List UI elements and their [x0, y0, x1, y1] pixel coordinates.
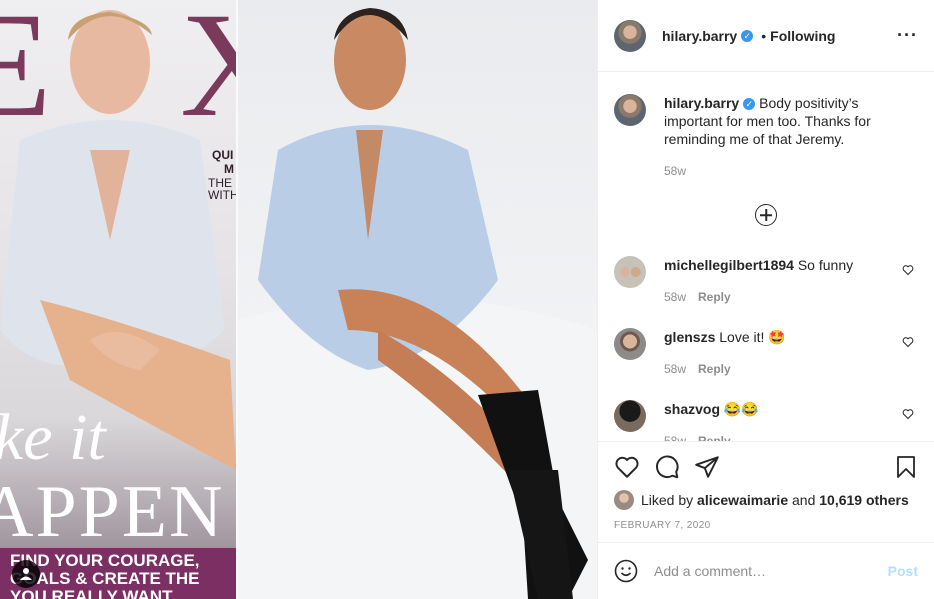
following-button[interactable]: Following [770, 28, 835, 44]
likes-prefix: Liked by [641, 492, 694, 508]
comment-body: shazvog 😂😂 58w Reply [664, 400, 759, 442]
more-dots-icon[interactable]: ··· [897, 25, 918, 46]
comment-icon[interactable] [654, 454, 680, 480]
caption-time: 58w [664, 164, 687, 178]
comment-body: michellegilbert1894 So funny 58w Reply [664, 256, 853, 306]
tagline-line: GOALS & CREATE THE [10, 569, 200, 588]
emoji-icon[interactable] [614, 559, 638, 583]
reply-button[interactable]: Reply [698, 290, 731, 304]
post-date: FEBRUARY 7, 2020 [614, 520, 711, 531]
load-more-comments-icon[interactable] [755, 204, 777, 226]
comment-item: michellegilbert1894 So funny 58w Reply [614, 256, 918, 306]
reply-button[interactable]: Reply [698, 362, 731, 376]
comment-text: 😂😂 [723, 401, 759, 417]
comment-username[interactable]: glenszs [664, 329, 715, 345]
commenter-avatar[interactable] [614, 328, 646, 360]
comment-username[interactable]: michellegilbert1894 [664, 257, 794, 273]
comment-meta: 58w Reply [664, 288, 853, 306]
magazine-headline: APPEN [0, 471, 225, 553]
caption-body: hilary.barry ✓ Body positivity’s importan… [664, 94, 918, 180]
comment-body: glenszs Love it! 🤩 58w Reply [664, 328, 786, 378]
add-comment-bar: Add a comment… Post [598, 542, 934, 599]
commenter-avatar[interactable] [614, 256, 646, 288]
recreation-photo-panel [238, 0, 597, 599]
bookmark-icon[interactable] [894, 454, 918, 480]
comment-text: So funny [797, 257, 854, 273]
post-header: hilary.barry ✓ • Following ··· [598, 0, 934, 72]
author-username[interactable]: hilary.barry [662, 28, 737, 44]
man-figure [238, 8, 597, 599]
likes-and: and [792, 492, 816, 508]
post-modal: E X QUI M THE WITH ke it APPEN FIND YOUR… [0, 0, 934, 599]
comments-section[interactable]: hilary.barry ✓ Body positivity’s importan… [598, 72, 934, 442]
post-comment-button[interactable]: Post [888, 563, 918, 579]
action-icons [614, 454, 918, 480]
comment-username[interactable]: shazvog [664, 401, 720, 417]
comment-item: glenszs Love it! 🤩 58w Reply [614, 328, 918, 378]
comment-time: 58w [664, 362, 687, 376]
magazine-cover-panel: E X QUI M THE WITH ke it APPEN FIND YOUR… [0, 0, 236, 599]
comment-item: shazvog 😂😂 58w Reply [614, 400, 918, 442]
tagline-line: FIND YOUR COURAGE, [10, 551, 200, 570]
comment-text: Love it! 🤩 [719, 329, 786, 345]
post-sidebar: hilary.barry ✓ • Following ··· hilary.ba… [597, 0, 934, 599]
tagline-line: YOU REALLY WANT [10, 587, 173, 599]
caption-username[interactable]: hilary.barry [664, 95, 739, 111]
post-actions: Liked by alicewaimarie and 10,619 others… [598, 441, 934, 531]
commenter-avatar[interactable] [614, 400, 646, 432]
verified-badge-icon: ✓ [741, 29, 754, 42]
heart-icon[interactable] [614, 454, 640, 480]
like-comment-heart-icon[interactable] [902, 336, 914, 348]
magazine-script-text: ke it [0, 401, 106, 474]
post-photo[interactable]: E X QUI M THE WITH ke it APPEN FIND YOUR… [0, 0, 597, 599]
like-comment-heart-icon[interactable] [902, 264, 914, 276]
separator-dot: • [761, 27, 767, 44]
caption: hilary.barry ✓ Body positivity’s importan… [614, 94, 918, 180]
likes-summary: Liked by alicewaimarie and 10,619 others [614, 490, 918, 510]
like-comment-heart-icon[interactable] [902, 408, 914, 420]
add-comment-input[interactable]: Add a comment… [654, 563, 888, 579]
author-avatar[interactable] [614, 94, 646, 126]
author-avatar[interactable] [614, 19, 646, 52]
comment-time: 58w [664, 290, 687, 304]
tagged-users-button[interactable] [12, 560, 40, 588]
liker-avatar[interactable] [614, 490, 634, 510]
comment-meta: 58w Reply [664, 360, 786, 378]
user-tag-icon [20, 568, 32, 580]
share-icon[interactable] [694, 454, 720, 480]
verified-badge-icon: ✓ [743, 98, 756, 110]
likes-others-count[interactable]: 10,619 others [819, 492, 909, 508]
liker-username[interactable]: alicewaimarie [697, 492, 788, 508]
